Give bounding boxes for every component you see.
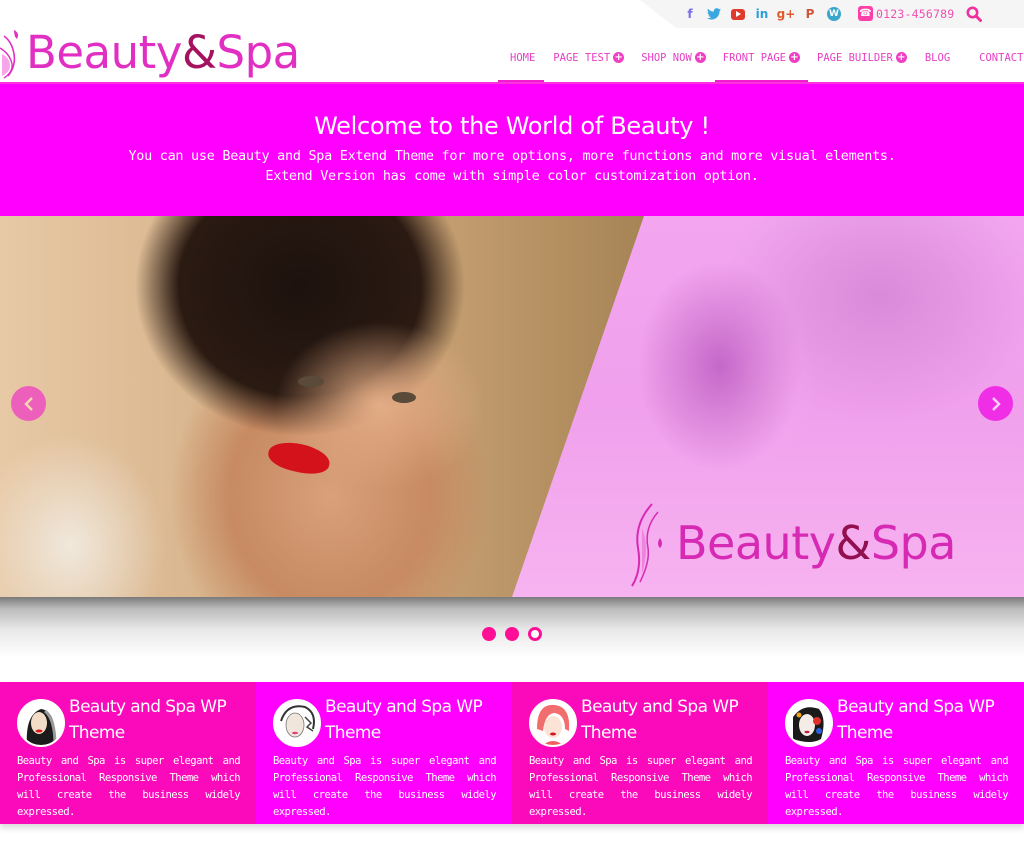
feature-description: Beauty and Spa is super elegant and Prof…	[273, 755, 497, 818]
nav-shop-now[interactable]: SHOP NOW +	[633, 40, 715, 84]
logo-ampersand: &	[835, 516, 871, 570]
logo-ampersand: &	[181, 25, 217, 79]
phone-icon: ☎	[858, 6, 873, 21]
phone-number: 0123-456789	[876, 6, 955, 21]
welcome-title: Welcome to the World of Beauty !	[314, 112, 710, 140]
submenu-plus-icon[interactable]: +	[694, 52, 706, 63]
slide-image-detail	[265, 437, 333, 479]
main-navigation: HOME PAGE TEST + SHOP NOW + FRONT PAGE + PA…	[498, 40, 1024, 84]
slider-dot-2[interactable]	[505, 627, 519, 641]
chevron-right-icon	[991, 396, 1001, 411]
wordpress-icon[interactable]: W	[822, 6, 846, 22]
welcome-text-line-2: Extend Version has come with simple colo…	[265, 168, 759, 184]
hero-slider: Beauty&Spa	[0, 216, 1024, 597]
welcome-banner: Welcome to the World of Beauty ! You can…	[0, 84, 1024, 216]
logo-word-spa: Spa	[870, 516, 957, 570]
feature-title: Beauty and Spa WP Theme	[69, 697, 227, 743]
nav-page-test[interactable]: PAGE TEST +	[544, 40, 633, 84]
feature-box[interactable]: Beauty and Spa WP Theme Beauty and Spa i…	[768, 682, 1024, 824]
pinterest-icon[interactable]: P	[798, 6, 822, 22]
linkedin-icon[interactable]: in	[750, 6, 774, 22]
google-plus-icon[interactable]: g+	[774, 6, 798, 22]
submenu-plus-icon[interactable]: +	[789, 52, 800, 63]
nav-label: PAGE TEST	[553, 52, 611, 64]
youtube-icon[interactable]	[726, 6, 750, 22]
avatar-colorful	[785, 699, 833, 747]
submenu-plus-icon[interactable]: +	[895, 52, 907, 63]
nav-label: SHOP NOW	[641, 52, 692, 64]
slide-image-detail	[392, 392, 416, 403]
feature-box[interactable]: Beauty and Spa WP Theme Beauty and Spa i…	[0, 682, 256, 824]
twitter-icon[interactable]	[702, 6, 726, 22]
nav-blog[interactable]: BLOG	[916, 40, 971, 84]
nav-label: BLOG	[924, 52, 951, 64]
logo-woman-icon	[0, 30, 18, 79]
slider-prev-button[interactable]	[11, 386, 46, 421]
search-icon[interactable]	[966, 6, 982, 22]
top-contact-bar: f in g+ P W ☎ 0123-456789	[640, 0, 1024, 28]
avatar-dark-hair	[17, 699, 65, 747]
slide-logo-wordmark: Beauty&Spa	[676, 520, 956, 566]
feature-description: Beauty and Spa is super elegant and Prof…	[785, 755, 1009, 818]
feature-title: Beauty and Spa WP Theme	[837, 697, 995, 743]
nav-label: HOME	[510, 52, 536, 64]
logo-word-spa: Spa	[216, 25, 301, 79]
avatar-pink-hair	[529, 699, 577, 747]
feature-box[interactable]: Beauty and Spa WP Theme Beauty and Spa i…	[256, 682, 512, 824]
nav-home[interactable]: HOME	[498, 40, 545, 84]
nav-label: PAGE BUILDER	[817, 52, 893, 64]
submenu-plus-icon[interactable]: +	[613, 52, 625, 63]
logo-word-beauty: Beauty	[676, 516, 836, 570]
logo-wordmark: Beauty&Spa	[26, 30, 300, 75]
nav-contact[interactable]: CONTACT	[971, 40, 1023, 84]
logo-word-beauty: Beauty	[26, 25, 182, 79]
slider-pagination	[482, 627, 542, 641]
welcome-text-line-1: You can use Beauty and Spa Extend Theme …	[128, 148, 896, 164]
site-logo[interactable]: Beauty&Spa	[0, 22, 300, 82]
slider-dot-3[interactable]	[528, 627, 542, 641]
avatar-sketch	[273, 699, 321, 747]
nav-page-builder[interactable]: PAGE BUILDER +	[808, 40, 916, 84]
nav-front-page[interactable]: FRONT PAGE +	[714, 40, 809, 84]
chevron-left-icon	[23, 396, 33, 411]
logo-woman-icon	[631, 503, 662, 587]
slide-image-detail	[298, 376, 324, 387]
feature-title: Beauty and Spa WP Theme	[581, 697, 739, 743]
feature-boxes: Beauty and Spa WP Theme Beauty and Spa i…	[0, 682, 1024, 824]
social-links: f in g+ P W	[678, 6, 846, 22]
slider-next-button[interactable]	[978, 386, 1013, 421]
feature-title: Beauty and Spa WP Theme	[325, 697, 483, 743]
nav-label: CONTACT	[979, 52, 1024, 64]
slide-logo: Beauty&Spa	[622, 498, 956, 588]
feature-description: Beauty and Spa is super elegant and Prof…	[529, 755, 753, 818]
nav-label: FRONT PAGE	[722, 52, 786, 64]
facebook-icon[interactable]: f	[678, 6, 702, 22]
feature-description: Beauty and Spa is super elegant and Prof…	[17, 755, 241, 818]
slider-dot-1[interactable]	[482, 627, 496, 641]
phone-contact[interactable]: ☎ 0123-456789	[858, 6, 954, 21]
feature-box[interactable]: Beauty and Spa WP Theme Beauty and Spa i…	[512, 682, 768, 824]
